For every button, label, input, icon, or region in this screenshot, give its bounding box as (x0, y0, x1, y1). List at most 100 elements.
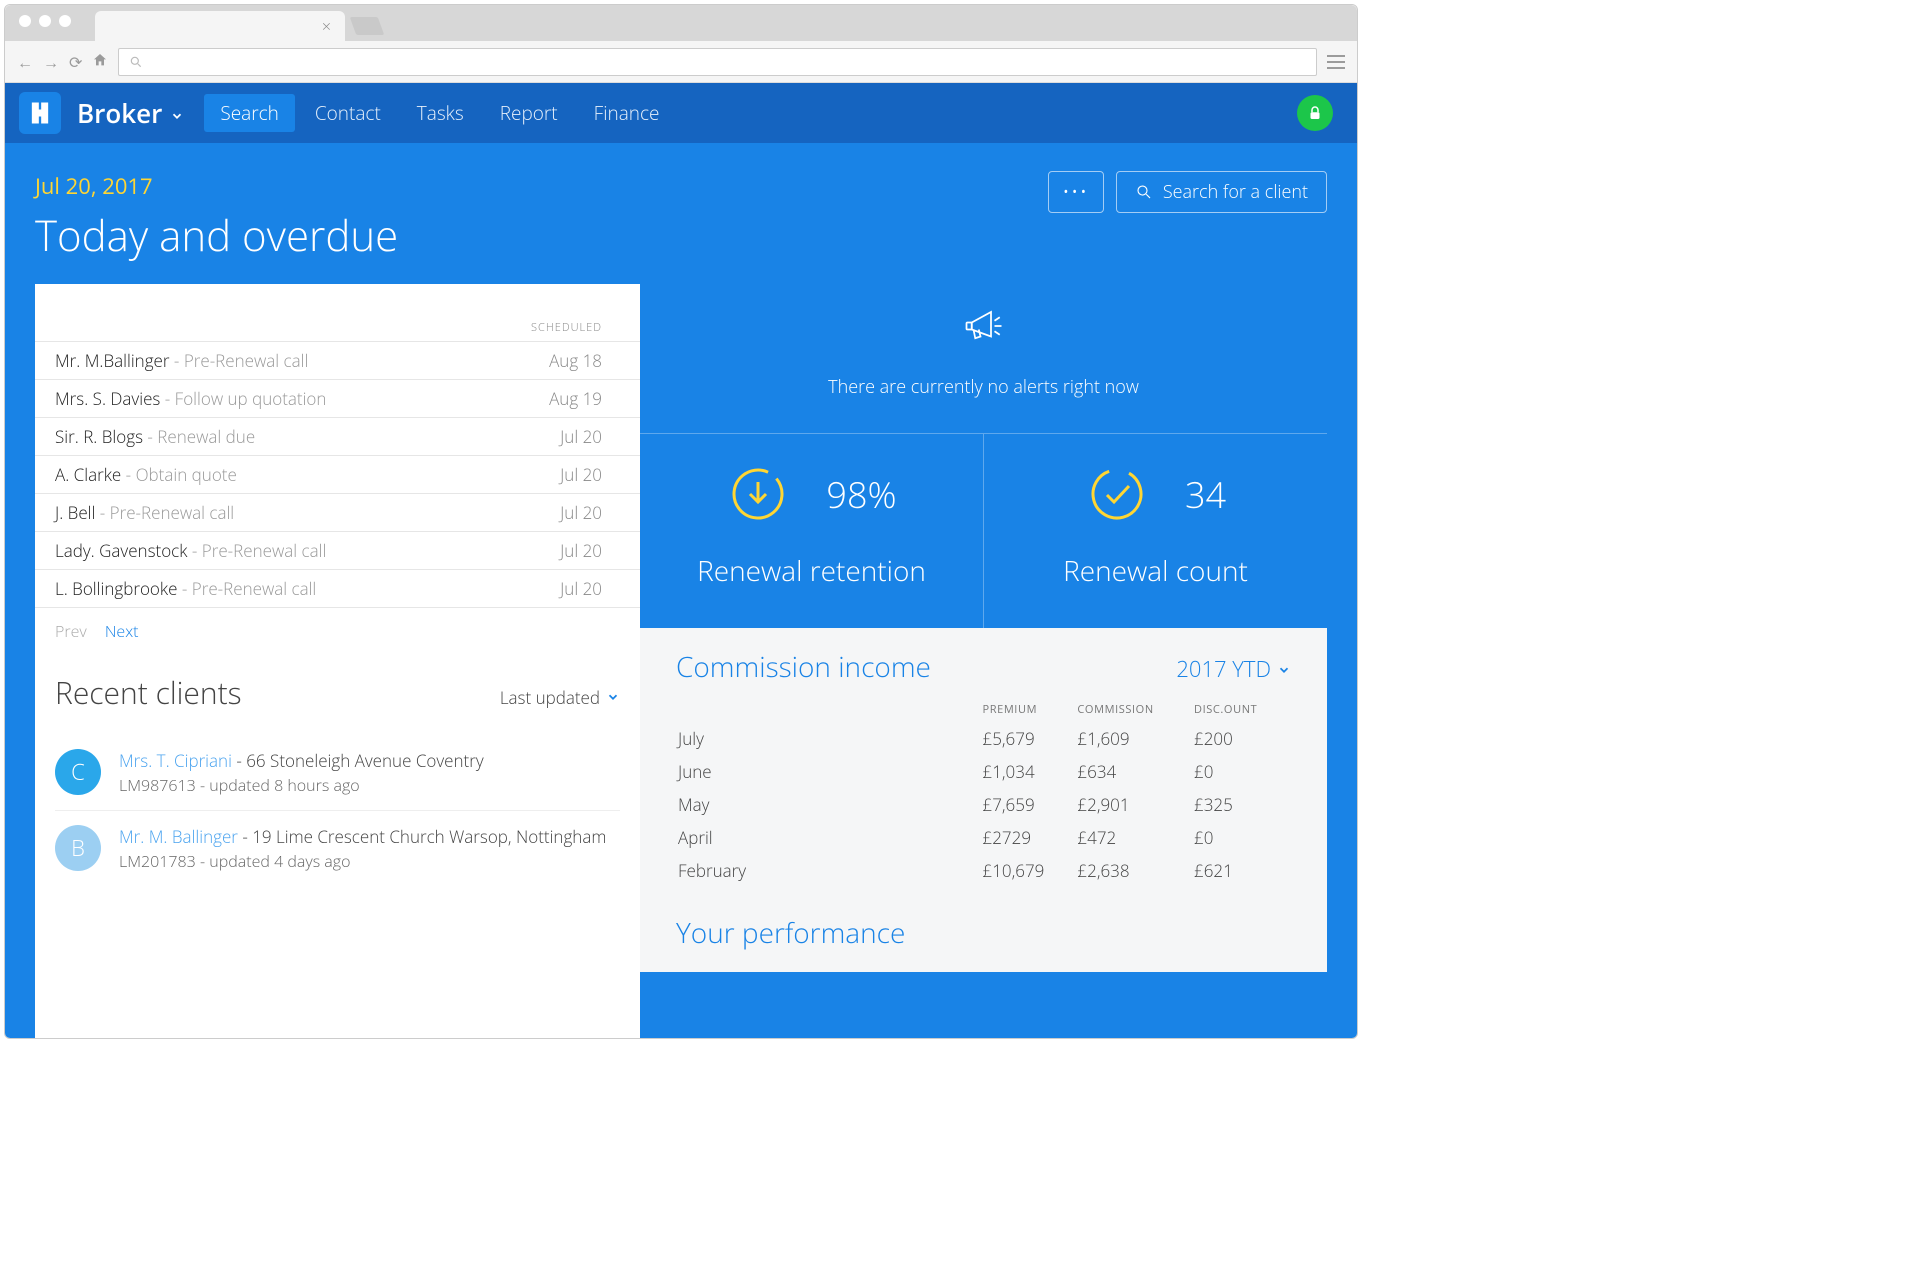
new-tab-button[interactable] (350, 17, 385, 35)
forward-icon[interactable]: → (43, 51, 59, 73)
ci-discount: £200 (1194, 723, 1289, 754)
count-icon (1085, 462, 1149, 526)
nav-tab-report[interactable]: Report (484, 94, 574, 132)
alerts-text: There are currently no alerts right now (640, 375, 1327, 399)
schedule-date: Jul 20 (560, 577, 602, 600)
ci-discount: £0 (1194, 756, 1289, 787)
avatar: B (55, 825, 101, 871)
schedule-name: Lady. Gavenstock (55, 539, 187, 562)
megaphone-icon (956, 298, 1012, 354)
lock-icon (1306, 104, 1324, 122)
browser-toolbar: ← → ⟳ (5, 41, 1357, 83)
reload-icon[interactable]: ⟳ (69, 51, 82, 73)
brand-logo[interactable] (19, 92, 61, 134)
schedule-row[interactable]: Mr. M.Ballinger - Pre-Renewal callAug 18 (35, 341, 640, 379)
ci-month: April (678, 822, 981, 853)
nav-tab-contact[interactable]: Contact (299, 94, 397, 132)
schedule-task: - Obtain quote (121, 463, 237, 486)
traffic-lights (19, 15, 71, 27)
ci-month: May (678, 789, 981, 820)
brand-title[interactable]: Broker (77, 95, 184, 131)
client-name[interactable]: Mr. M. Ballinger (119, 825, 238, 848)
schedule-row[interactable]: Sir. R. Blogs - Renewal due Jul 20 (35, 417, 640, 455)
schedule-task: - Pre-Renewal call (177, 577, 316, 600)
schedule-row[interactable]: Mrs. S. Davies - Follow up quotationAug … (35, 379, 640, 417)
ci-premium: £2729 (983, 822, 1076, 853)
recent-sort-label: Last updated (500, 686, 600, 709)
retention-icon (726, 462, 790, 526)
commission-col-header: DISC.OUNT (1194, 698, 1289, 721)
home-icon[interactable] (92, 51, 108, 73)
avatar: C (55, 749, 101, 795)
schedule-date: Jul 20 (560, 539, 602, 562)
window-dot[interactable] (19, 15, 31, 27)
commission-row: May£7,659£2,901£325 (678, 789, 1289, 820)
chevron-down-icon (1277, 654, 1291, 684)
menu-icon[interactable] (1327, 55, 1345, 69)
commission-row: April£2729£472£0 (678, 822, 1289, 853)
ci-month: June (678, 756, 981, 787)
close-icon[interactable]: × (322, 15, 331, 37)
schedule-task: - Renewal due (143, 425, 255, 448)
kpi-count: 34 Renewal count (984, 434, 1327, 628)
ci-commission: £2,638 (1077, 855, 1192, 886)
client-row[interactable]: C Mrs. T. Cipriani - 66 Stoneleigh Avenu… (55, 735, 620, 811)
ci-discount: £0 (1194, 822, 1289, 853)
browser-tab[interactable]: × (95, 11, 345, 41)
hero-panel: Jul 20, 2017 Today and overdue ••• Searc… (5, 143, 1357, 1038)
chevron-down-icon (606, 686, 620, 709)
more-button[interactable]: ••• (1048, 171, 1104, 213)
schedule-row[interactable]: L. Bollingbrooke - Pre-Renewal callJul 2… (35, 569, 640, 608)
page-title: Today and overdue (35, 207, 398, 264)
schedule-date: Jul 20 (560, 425, 602, 448)
client-meta: LM201783 - updated 4 days ago (119, 850, 606, 872)
back-icon[interactable]: ← (17, 51, 33, 73)
dots-icon: ••• (1063, 180, 1089, 204)
ci-commission: £1,609 (1077, 723, 1192, 754)
nav-tab-finance[interactable]: Finance (578, 94, 676, 132)
schedule-row[interactable]: J. Bell - Pre-Renewal callJul 20 (35, 493, 640, 531)
schedule-row[interactable]: A. Clarke - Obtain quoteJul 20 (35, 455, 640, 493)
browser-window: × ← → ⟳ Broker SearchContactTasksReportF… (4, 4, 1358, 1039)
commission-period[interactable]: 2017 YTD (1176, 654, 1291, 684)
commission-col-header: COMMISSION (1077, 698, 1192, 721)
nav-tabs: SearchContactTasksReportFinance (204, 94, 675, 132)
schedule-date: Aug 18 (549, 349, 602, 372)
window-dot[interactable] (39, 15, 51, 27)
schedule-date: Jul 20 (560, 501, 602, 524)
kpi-retention-value: 98% (826, 470, 896, 519)
recent-sort[interactable]: Last updated (500, 686, 620, 709)
schedule-name: Mrs. S. Davies (55, 387, 160, 410)
pager-next[interactable]: Next (105, 620, 139, 642)
performance-title: Your performance (676, 914, 1291, 952)
ci-discount: £325 (1194, 789, 1289, 820)
client-meta: LM987613 - updated 8 hours ago (119, 774, 484, 796)
commission-row: June£1,034£634£0 (678, 756, 1289, 787)
nav-tab-tasks[interactable]: Tasks (401, 94, 480, 132)
address-bar[interactable] (118, 48, 1317, 76)
schedule-name: A. Clarke (55, 463, 121, 486)
search-client-button[interactable]: Search for a client (1116, 171, 1327, 213)
search-client-label: Search for a client (1163, 180, 1308, 204)
ci-premium: £1,034 (983, 756, 1076, 787)
app-header: Broker SearchContactTasksReportFinance (5, 83, 1357, 143)
lock-badge[interactable] (1297, 95, 1333, 131)
right-column: There are currently no alerts right now … (640, 290, 1327, 1038)
commission-row: February£10,679£2,638£621 (678, 855, 1289, 886)
date-line: Jul 20, 2017 (35, 171, 398, 201)
kpi-count-label: Renewal count (1014, 552, 1297, 590)
pager-prev[interactable]: Prev (55, 620, 87, 642)
ci-commission: £634 (1077, 756, 1192, 787)
nav-tab-search[interactable]: Search (204, 94, 295, 132)
client-row[interactable]: B Mr. M. Ballinger - 19 Lime Crescent Ch… (55, 811, 620, 886)
commission-col-header (678, 698, 981, 721)
commission-table: PREMIUMCOMMISSIONDISC.OUNT July£5,679£1,… (676, 696, 1291, 888)
ci-month: July (678, 723, 981, 754)
schedule-name: Sir. R. Blogs (55, 425, 143, 448)
brand-text: Broker (77, 95, 162, 131)
kpi-retention: 98% Renewal retention (640, 434, 984, 628)
client-name[interactable]: Mrs. T. Cipriani (119, 749, 232, 772)
schedule-row[interactable]: Lady. Gavenstock - Pre-Renewal callJul 2… (35, 531, 640, 569)
window-dot[interactable] (59, 15, 71, 27)
search-icon (129, 55, 143, 69)
